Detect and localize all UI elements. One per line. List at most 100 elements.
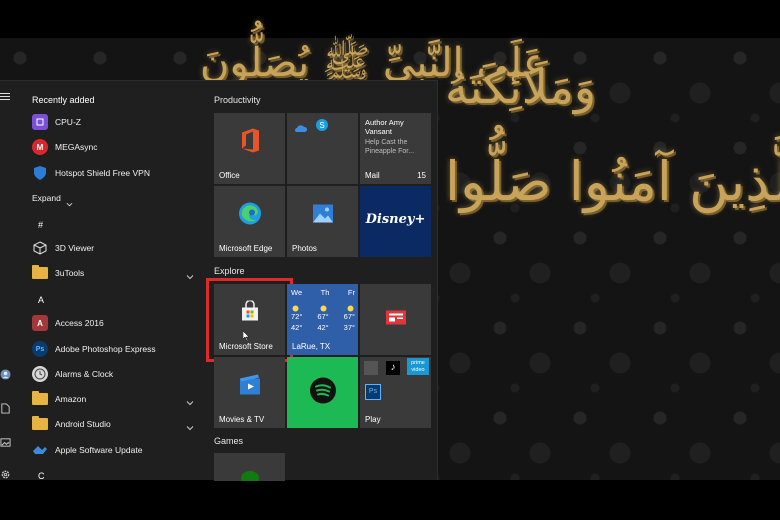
weather-days: We Th Fr <box>291 288 355 297</box>
wallpaper-calligraphy: الَّذِينَ آمَنُوا صَلُّوا <box>445 150 780 213</box>
svg-text:S: S <box>319 121 324 130</box>
weather-location: LaRue, TX <box>292 342 331 351</box>
folder-icon <box>32 391 48 405</box>
tile-label: Mail <box>365 171 380 180</box>
app-item-apple-software-update[interactable]: Apple Software Update <box>32 439 200 461</box>
tile-label: Movies & TV <box>219 415 265 424</box>
app-label: 3D Viewer <box>55 243 95 253</box>
settings-gear-icon[interactable] <box>0 469 12 481</box>
tile-news[interactable] <box>360 284 431 355</box>
xbox-icon <box>241 471 259 481</box>
app-label: Android Studio <box>55 419 111 429</box>
app-label: Hotspot Shield Free VPN <box>55 168 150 178</box>
letter-heading-a[interactable]: A <box>38 295 44 305</box>
highlight-box <box>206 278 293 362</box>
weather-day: Th <box>320 288 330 297</box>
app-item-cpuz[interactable]: CPU-Z <box>32 111 200 133</box>
tile-play-folder[interactable]: ♪ prime video Ps Play <box>360 357 431 428</box>
weather-high: 67° <box>343 312 355 321</box>
weather-low: 42° <box>317 323 329 332</box>
tile-label: Play <box>365 415 381 424</box>
tile-mail[interactable]: Author Amy Vansant Help Cast the Pineapp… <box>360 113 431 184</box>
folder-item-amazon[interactable]: Amazon <box>32 388 200 410</box>
chevron-down-icon <box>186 394 194 406</box>
folder-icon <box>32 265 48 279</box>
weather-highs: 72° 67° 67° <box>291 312 355 321</box>
app-label: Adobe Photoshop Express <box>55 344 156 354</box>
weather-low: 37° <box>343 323 355 332</box>
weather-high: 67° <box>317 312 329 321</box>
productivity-group-title[interactable]: Productivity <box>214 95 261 105</box>
app-item-access-2016[interactable]: A Access 2016 <box>32 312 200 334</box>
shield-icon <box>32 165 48 181</box>
app-label: Amazon <box>55 394 87 404</box>
games-group-title[interactable]: Games <box>214 436 243 446</box>
disney-logo: Disney+ <box>365 212 426 227</box>
app-item-photoshop-express[interactable]: Ps Adobe Photoshop Express <box>32 338 200 360</box>
tile-weather[interactable]: We Th Fr 72° 67° 67° 42° 42° 37° LaRue, … <box>287 284 358 355</box>
folder-item-3utools[interactable]: 3uTools <box>32 262 200 284</box>
user-avatar-icon[interactable] <box>0 369 12 381</box>
app-label: Access 2016 <box>55 318 104 328</box>
letter-heading-hash[interactable]: # <box>38 220 43 230</box>
tiktok-icon: ♪ <box>386 361 400 375</box>
weather-lows: 42° 42° 37° <box>291 323 355 332</box>
tile-office[interactable]: Office <box>214 113 285 184</box>
access-icon: A <box>32 315 48 331</box>
mega-icon: M <box>32 139 48 155</box>
explore-group-title[interactable]: Explore <box>214 266 245 276</box>
weather-high: 72° <box>291 312 303 321</box>
documents-icon[interactable] <box>0 403 12 415</box>
cube-icon <box>32 240 48 256</box>
tile-xbox[interactable] <box>214 453 285 481</box>
photoshop-express-icon: Ps <box>32 341 48 357</box>
app-item-alarms-clock[interactable]: Alarms & Clock <box>32 363 200 385</box>
app-item-hotspot-shield[interactable]: Hotspot Shield Free VPN <box>32 162 200 184</box>
weather-day: We <box>291 288 303 297</box>
tile-movies-tv[interactable]: Movies & TV <box>214 357 285 428</box>
tile-disney-plus[interactable]: Disney+ <box>360 186 431 257</box>
expand-button[interactable]: Expand <box>32 187 200 209</box>
mail-unread-count: 15 <box>417 171 426 180</box>
tile-productivity-apps[interactable]: S <box>287 113 358 184</box>
gallery-app-icon <box>364 361 378 375</box>
expand-label: Expand <box>32 193 61 203</box>
tile-label: Photos <box>292 244 317 253</box>
app-label: 3uTools <box>55 268 85 278</box>
clock-icon <box>32 366 48 382</box>
onedrive-icon <box>293 120 308 138</box>
chevron-down-icon <box>186 419 194 431</box>
weather-day: Fr <box>347 288 355 297</box>
recently-added-heading: Recently added <box>32 95 95 105</box>
tile-label: Microsoft Edge <box>219 244 273 253</box>
prime-video-icon: prime video <box>407 358 429 375</box>
photoshop-express-icon: Ps <box>365 384 381 400</box>
mail-author: Author Amy Vansant <box>365 118 404 136</box>
folder-icon <box>32 416 48 430</box>
chevron-down-icon <box>186 268 194 280</box>
apple-update-icon <box>32 442 48 458</box>
tile-photos[interactable]: Photos <box>287 186 358 257</box>
chevron-down-icon <box>66 195 73 206</box>
app-item-megasync[interactable]: M MEGAsync <box>32 136 200 158</box>
app-item-3d-viewer[interactable]: 3D Viewer <box>32 237 200 259</box>
app-label: Alarms & Clock <box>55 369 114 379</box>
weather-low: 42° <box>291 323 303 332</box>
tile-spotify[interactable] <box>287 357 358 428</box>
hamburger-menu-icon[interactable] <box>0 93 10 103</box>
app-label: CPU-Z <box>55 117 81 127</box>
letter-heading-c[interactable]: C <box>38 471 45 481</box>
news-icon <box>385 309 407 330</box>
start-menu: Recently added CPU-Z M MEGAsync Hotspot … <box>0 80 438 481</box>
pictures-icon[interactable] <box>0 437 12 449</box>
photos-icon <box>312 203 334 228</box>
office-icon <box>238 127 262 158</box>
folder-item-android-studio[interactable]: Android Studio <box>32 413 200 435</box>
edge-icon <box>238 201 262 230</box>
mail-preview: Help Cast the Pineapple For... <box>365 139 415 155</box>
tile-label: Office <box>219 171 240 180</box>
tile-microsoft-edge[interactable]: Microsoft Edge <box>214 186 285 257</box>
skype-icon: S <box>315 118 329 137</box>
spotify-icon <box>309 376 337 409</box>
app-label: Apple Software Update <box>55 445 143 455</box>
